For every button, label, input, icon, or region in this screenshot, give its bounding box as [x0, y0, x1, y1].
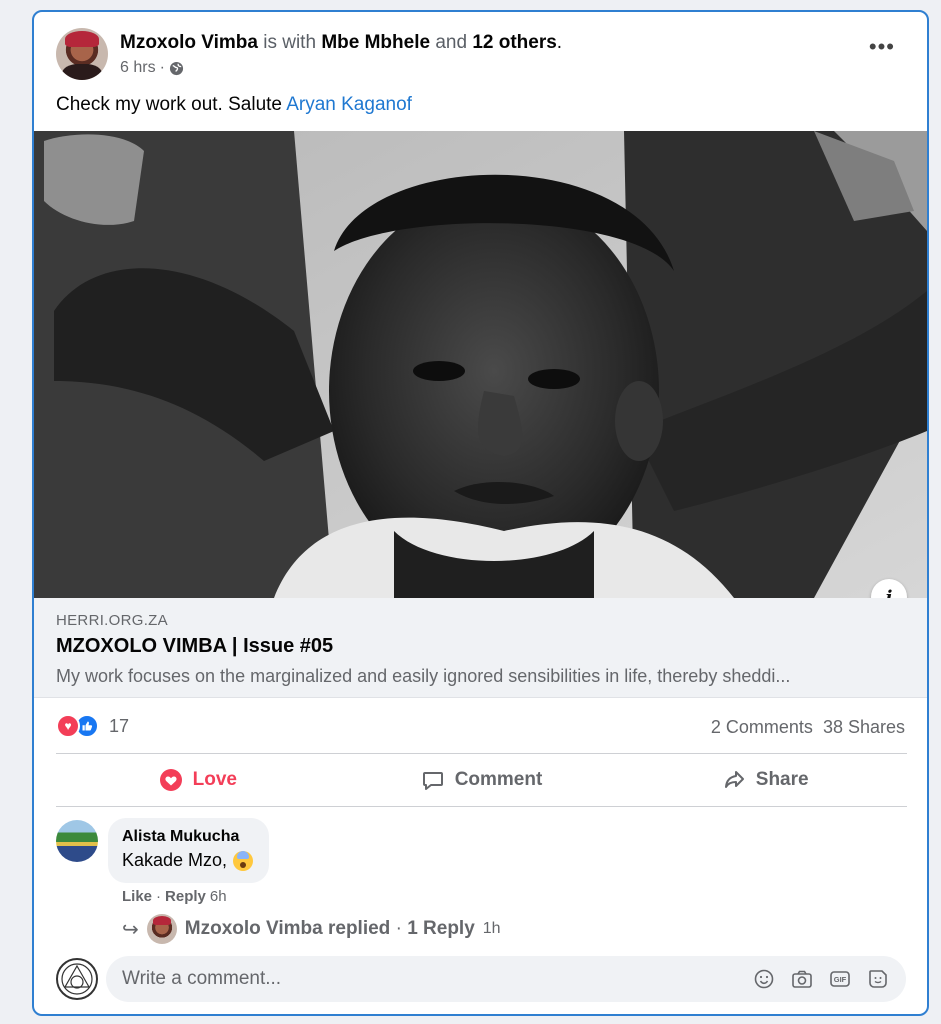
meta-dot: ·	[159, 59, 165, 76]
composer-tools: GIF	[752, 967, 890, 991]
avatar-hat	[65, 31, 99, 47]
post-text: Check my work out. Salute Aryan Kaganof	[56, 94, 412, 116]
post-header: Mzoxolo Vimba is with Mbe Mbhele and 12 …	[120, 32, 562, 54]
shocked-emoji-icon	[233, 850, 254, 871]
reply-sep: ·	[395, 918, 402, 939]
geometric-logo-icon	[61, 963, 93, 995]
reply-author: Mzoxolo Vimba replied	[184, 918, 391, 939]
comments-count[interactable]: 2 Comments	[711, 717, 813, 738]
comment-reply-link[interactable]: Reply	[165, 888, 206, 905]
gif-icon[interactable]: GIF	[828, 967, 852, 991]
svg-text:GIF: GIF	[834, 975, 847, 984]
action-bar: Love Comment Share	[56, 754, 907, 806]
post-meta: 6 hrs ·	[120, 59, 184, 77]
love-button[interactable]: Love	[56, 754, 340, 806]
reply-count: 1 Reply	[407, 918, 475, 939]
reaction-count: 17	[109, 715, 130, 736]
sticker-icon[interactable]	[866, 967, 890, 991]
comment-button[interactable]: Comment	[340, 754, 624, 806]
post-photo[interactable]	[34, 131, 927, 598]
reply-summary: Mzoxolo Vimba replied · 1 Reply	[185, 918, 475, 940]
engagement-counts: 2 Comments 38 Shares	[711, 717, 905, 738]
period: .	[556, 32, 563, 53]
tagged-user[interactable]: Mbe Mbhele	[321, 32, 430, 53]
photo-image	[34, 131, 927, 598]
link-preview[interactable]: HERRI.ORG.ZA MZOXOLO VIMBA | Issue #05 M…	[34, 598, 927, 698]
current-user-avatar[interactable]	[56, 958, 98, 1000]
share-icon	[724, 771, 744, 788]
globe-icon	[169, 61, 184, 76]
share-label: Share	[755, 769, 809, 790]
link-domain: HERRI.ORG.ZA	[56, 612, 168, 629]
comment-input[interactable]	[122, 968, 752, 990]
post-time[interactable]: 6 hrs	[120, 59, 156, 77]
comment-body: Kakade Mzo,	[122, 850, 228, 870]
post-text-body: Check my work out. Salute	[56, 94, 287, 115]
comment-actions: Like · Reply 6h	[122, 888, 227, 905]
share-button[interactable]: Share	[623, 754, 907, 806]
comment-sep: ·	[156, 888, 162, 905]
heart-icon	[159, 769, 182, 791]
reply-time: 1h	[482, 920, 501, 937]
comment-label: Comment	[454, 769, 543, 790]
reactions-summary[interactable]: ♥ 17	[56, 714, 129, 738]
camera-icon[interactable]	[790, 967, 814, 991]
love-reaction-icon: ♥	[56, 714, 80, 738]
comment-like-link[interactable]: Like	[122, 888, 152, 905]
commenter-avatar[interactable]	[56, 820, 98, 862]
comment-author[interactable]: Alista Mukucha	[122, 828, 253, 846]
love-label: Love	[192, 769, 238, 790]
comment-composer: GIF	[106, 956, 906, 1002]
mention-link[interactable]: Aryan Kaganof	[286, 94, 412, 115]
post-card: Mzoxolo Vimba is with Mbe Mbhele and 12 …	[32, 10, 929, 1016]
others-link[interactable]: 12 others	[472, 32, 556, 53]
avatar-shirt	[62, 64, 102, 80]
emoji-icon[interactable]	[752, 967, 776, 991]
comment-text: Kakade Mzo,	[122, 850, 254, 871]
divider	[56, 806, 907, 807]
replies-link[interactable]: ↪ Mzoxolo Vimba replied · 1 Reply 1h	[122, 914, 501, 944]
reply-avatar	[146, 914, 177, 944]
shares-count[interactable]: 38 Shares	[823, 717, 905, 738]
link-title[interactable]: MZOXOLO VIMBA | Issue #05	[56, 635, 333, 658]
with-text: is with	[263, 32, 317, 53]
comment-time[interactable]: 6h	[210, 888, 227, 905]
more-options-icon[interactable]: •••	[869, 36, 895, 58]
and-text: and	[435, 32, 468, 53]
reply-arrow-icon: ↪	[122, 918, 139, 941]
link-description: My work focuses on the marginalized and …	[56, 666, 791, 686]
author-name[interactable]: Mzoxolo Vimba	[120, 32, 258, 53]
author-avatar[interactable]	[56, 28, 108, 80]
comment-icon	[422, 772, 443, 790]
comment-bubble: Alista Mukucha Kakade Mzo,	[108, 818, 270, 883]
